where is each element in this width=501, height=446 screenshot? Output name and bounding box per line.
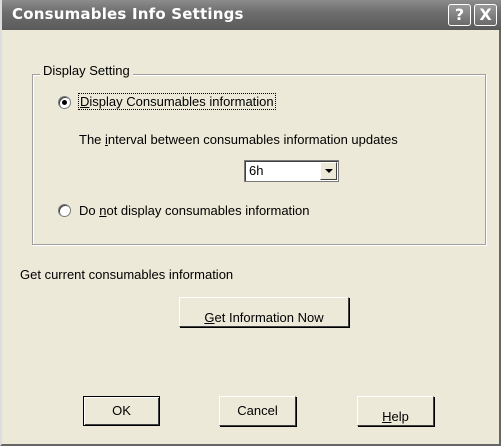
interval-select-value: 6h bbox=[249, 163, 264, 178]
help-button-label: Help bbox=[382, 409, 409, 424]
title-bar[interactable]: Consumables Info Settings ? X bbox=[2, 0, 501, 30]
hide-info-label[interactable]: Do not display consumables information bbox=[79, 203, 310, 218]
ok-button[interactable]: OK bbox=[83, 396, 160, 426]
help-title-button[interactable]: ? bbox=[448, 4, 471, 26]
close-button[interactable]: X bbox=[474, 4, 497, 26]
radio-selected-dot bbox=[62, 100, 67, 105]
current-info-label: Get current consumables information bbox=[20, 267, 234, 282]
get-information-now-button[interactable]: Get Information Now bbox=[179, 297, 349, 327]
dialog-window: Consumables Info Settings ? X Display Se… bbox=[0, 0, 501, 446]
display-setting-legend: Display Setting bbox=[40, 63, 133, 78]
dialog-title: Consumables Info Settings bbox=[12, 5, 244, 23]
interval-label: The interval between consumables informa… bbox=[79, 132, 398, 147]
display-info-radio[interactable] bbox=[58, 96, 71, 109]
cancel-button-label: Cancel bbox=[237, 403, 278, 418]
help-button[interactable]: Help bbox=[357, 396, 434, 426]
close-icon: X bbox=[479, 5, 492, 24]
interval-select[interactable]: 6h bbox=[244, 160, 339, 182]
get-information-now-label: Get Information Now bbox=[204, 310, 324, 325]
question-icon: ? bbox=[454, 5, 465, 24]
dropdown-arrow-icon[interactable] bbox=[320, 162, 337, 180]
display-info-label[interactable]: Display Consumables information bbox=[78, 93, 276, 110]
hide-info-radio[interactable] bbox=[58, 204, 71, 217]
cancel-button[interactable]: Cancel bbox=[219, 396, 296, 426]
focus-outline: Display Consumables information bbox=[78, 93, 276, 110]
ok-button-label: OK bbox=[112, 403, 131, 418]
